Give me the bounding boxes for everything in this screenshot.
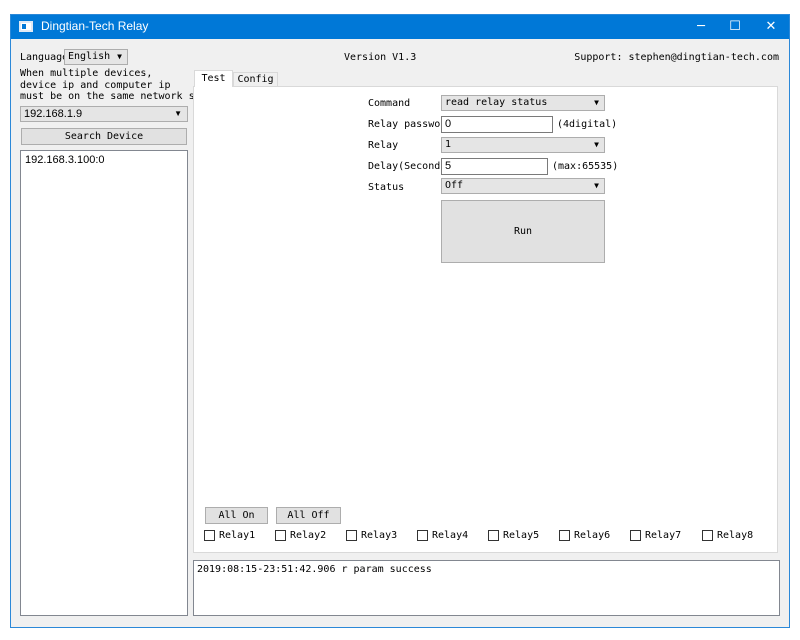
run-button[interactable]: Run [441,200,605,263]
local-ip-select[interactable]: 192.168.1.9 ▼ [20,106,188,122]
close-button[interactable]: ✕ [753,15,789,39]
support-email: Support: stephen@dingtian-tech.com [574,52,779,63]
checkbox[interactable] [417,530,428,541]
delay-input[interactable]: 5 [441,158,548,175]
checkbox-label: Relay8 [717,530,754,541]
relay-checkbox-4[interactable]: Relay4 [417,530,468,541]
title-bar[interactable]: Dingtian-Tech Relay ─ ☐ ✕ [11,15,789,39]
password-input[interactable]: 0 [441,116,553,133]
relay-checkboxes: Relay1 Relay2 Relay3 Relay4 Relay5 Relay… [204,530,774,544]
relay-checkbox-1[interactable]: Relay1 [204,530,255,541]
checkbox[interactable] [630,530,641,541]
status-value: Off [445,180,464,191]
tab-config[interactable]: Config [233,72,278,87]
device-list[interactable]: 192.168.3.100:0 [20,150,188,616]
checkbox-label: Relay2 [290,530,327,541]
chevron-down-icon: ▼ [117,52,122,61]
version-label: Version V1.3 [344,52,417,63]
checkbox[interactable] [702,530,713,541]
tab-test-label: Test [201,73,226,84]
chevron-down-icon: ▼ [594,181,599,190]
chevron-down-icon: ▼ [594,98,599,107]
maximize-button[interactable]: ☐ [717,15,753,39]
language-select[interactable]: English ▼ [64,49,128,65]
tab-pane-test: Command read relay status ▼ Relay passwor… [193,86,778,553]
checkbox-label: Relay5 [503,530,540,541]
local-ip-value: 192.168.1.9 [24,108,83,120]
device-list-item[interactable]: 192.168.3.100:0 [21,151,187,169]
relay-checkbox-8[interactable]: Relay8 [702,530,753,541]
command-label: Command [368,98,411,109]
checkbox-label: Relay6 [574,530,611,541]
log-output[interactable]: 2019:08:15-23:51:42.906 r param success [193,560,780,616]
delay-label: Delay(Second) [368,161,447,172]
minimize-button[interactable]: ─ [683,15,719,39]
checkbox-label: Relay1 [219,530,256,541]
checkbox-label: Relay7 [645,530,682,541]
chevron-down-icon: ▼ [594,140,599,149]
relay-select[interactable]: 1 ▼ [441,137,605,153]
app-icon [19,21,33,32]
relay-label: Relay [368,140,399,151]
relay-checkbox-7[interactable]: Relay7 [630,530,681,541]
language-value: English [68,51,111,62]
relay-value: 1 [445,139,452,150]
relay-checkbox-5[interactable]: Relay5 [488,530,539,541]
status-label: Status [368,182,405,193]
command-select[interactable]: read relay status ▼ [441,95,605,111]
chevron-down-icon: ▼ [174,109,182,118]
app-window: Dingtian-Tech Relay ─ ☐ ✕ Language Engli… [10,14,790,628]
language-label: Language [20,52,69,63]
tab-test[interactable]: Test [194,70,233,87]
checkbox-label: Relay4 [432,530,469,541]
command-value: read relay status [445,97,548,108]
checkbox[interactable] [559,530,570,541]
all-on-button[interactable]: All On [205,507,268,524]
checkbox[interactable] [346,530,357,541]
checkbox[interactable] [488,530,499,541]
window-title: Dingtian-Tech Relay [41,19,149,33]
password-label: Relay password [368,119,453,130]
search-device-button[interactable]: Search Device [21,128,187,145]
checkbox[interactable] [204,530,215,541]
tab-config-label: Config [237,74,274,85]
password-hint: (4digital) [557,119,618,130]
log-line: 2019:08:15-23:51:42.906 r param success [197,564,432,575]
relay-checkbox-3[interactable]: Relay3 [346,530,397,541]
relay-checkbox-2[interactable]: Relay2 [275,530,326,541]
all-off-button[interactable]: All Off [276,507,341,524]
relay-checkbox-6[interactable]: Relay6 [559,530,610,541]
delay-hint: (max:65535) [552,161,619,172]
status-select[interactable]: Off ▼ [441,178,605,194]
checkbox[interactable] [275,530,286,541]
checkbox-label: Relay3 [361,530,398,541]
